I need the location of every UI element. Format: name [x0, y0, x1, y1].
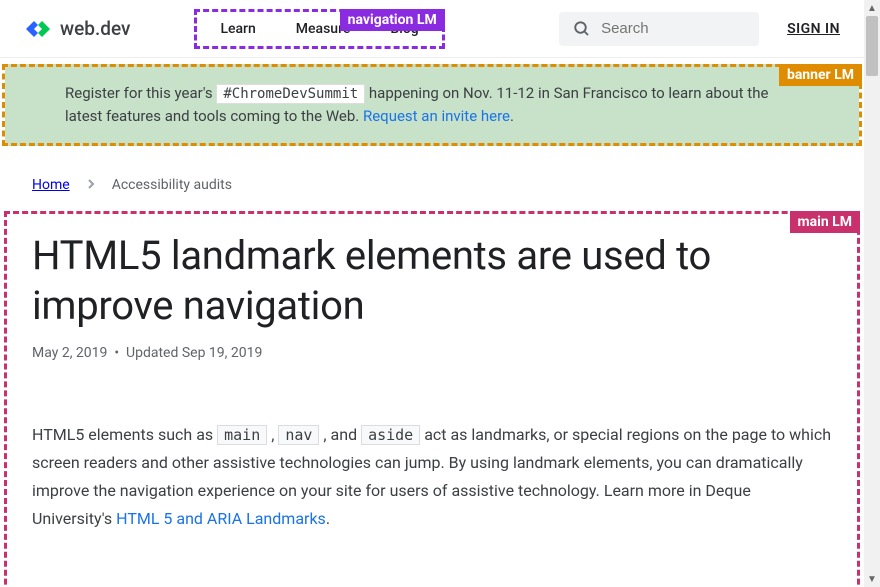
code-main: main: [217, 425, 267, 445]
search-box[interactable]: [559, 12, 759, 46]
search-icon: [573, 20, 591, 38]
breadcrumb: Home Accessibility audits: [0, 149, 864, 203]
page-title: HTML5 landmark elements are used to impr…: [32, 231, 832, 331]
banner-invite-link[interactable]: Request an invite here: [363, 107, 510, 125]
chevron-right-icon: [86, 177, 96, 193]
nav-landmark-badge: navigation LM: [340, 9, 445, 31]
top-nav: Learn Measure Blog navigation LM: [200, 15, 438, 43]
banner-text-pre: Register for this year's: [65, 84, 216, 102]
publish-date: May 2, 2019: [32, 345, 107, 361]
header: web.dev Learn Measure Blog navigation LM…: [0, 0, 864, 58]
main-landmark-badge: main LM: [790, 211, 860, 233]
article-body: HTML5 elements such as main , nav , and …: [32, 421, 832, 533]
article-text: , and: [319, 425, 361, 444]
banner: Register for this year's #ChromeDevSummi…: [5, 64, 859, 146]
updated-date: Updated Sep 19, 2019: [126, 345, 262, 361]
banner-hashtag: #ChromeDevSummit: [216, 84, 365, 104]
article-text: HTML5 elements such as: [32, 425, 217, 444]
scroll-up-icon[interactable]: ▲: [864, 0, 880, 16]
banner-landmark: banner LM Register for this year's #Chro…: [0, 64, 864, 146]
article-text: .: [326, 509, 330, 528]
search-input[interactable]: [601, 20, 745, 37]
signin-link[interactable]: SIGN IN: [787, 21, 840, 37]
scrollbar[interactable]: ▲ ▼: [864, 0, 880, 587]
logo[interactable]: web.dev: [24, 17, 130, 40]
banner-text-end: .: [510, 107, 514, 125]
scroll-down-icon[interactable]: ▼: [864, 571, 880, 587]
banner-landmark-badge: banner LM: [779, 64, 862, 86]
article-text: ,: [267, 425, 278, 444]
page-meta: May 2, 2019 • Updated Sep 19, 2019: [32, 345, 832, 361]
breadcrumb-section: Accessibility audits: [112, 177, 232, 193]
breadcrumb-home[interactable]: Home: [32, 177, 70, 193]
scrollbar-thumb[interactable]: [866, 16, 878, 76]
logo-icon: [24, 19, 52, 39]
code-nav: nav: [278, 425, 319, 445]
deque-link[interactable]: HTML 5 and ARIA Landmarks: [116, 509, 326, 528]
site-name: web.dev: [60, 17, 130, 40]
main-landmark: main LM HTML5 landmark elements are used…: [4, 211, 860, 573]
nav-learn[interactable]: Learn: [220, 21, 255, 37]
code-aside: aside: [361, 425, 420, 445]
